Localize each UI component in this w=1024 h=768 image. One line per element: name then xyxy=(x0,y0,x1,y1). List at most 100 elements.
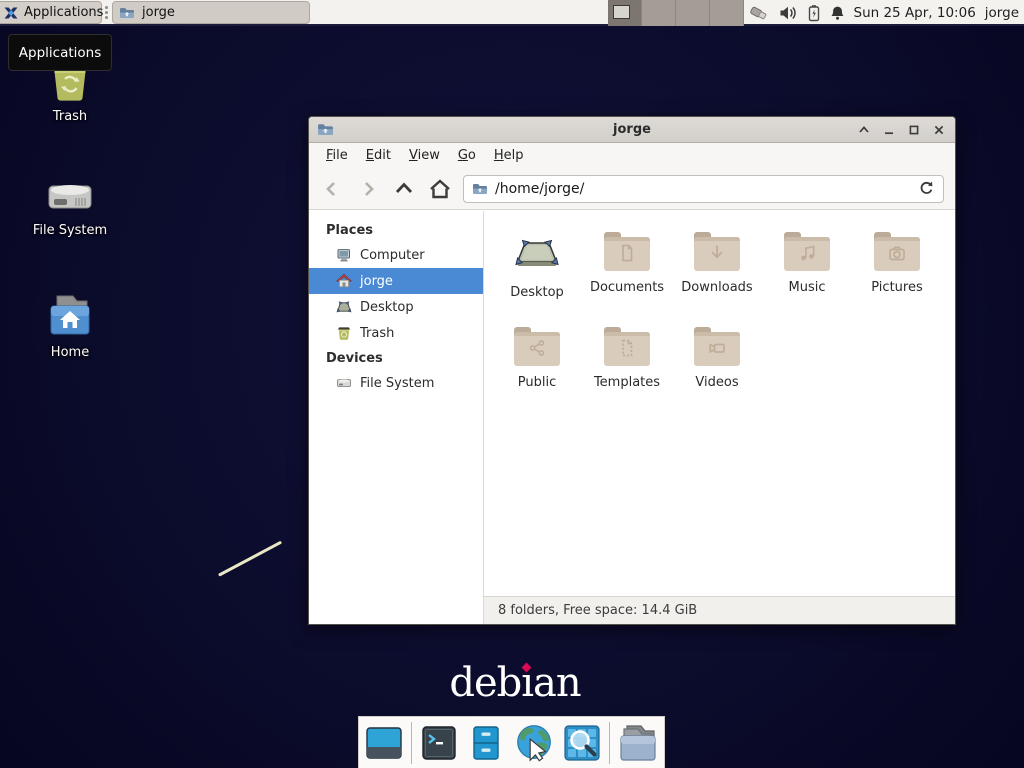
file-item-label: Public xyxy=(518,375,556,390)
menubar: File Edit View Go Help xyxy=(309,143,955,168)
sidebar-item-computer[interactable]: Computer xyxy=(309,242,483,268)
videos-folder-icon xyxy=(694,332,740,366)
file-item-documents[interactable]: Documents xyxy=(582,228,672,323)
xfce-logo-icon xyxy=(3,5,19,21)
workspace-window-miniature xyxy=(613,5,630,19)
sidebar-item-label: Trash xyxy=(360,326,394,341)
panel-username[interactable]: jorge xyxy=(985,5,1019,21)
documents-folder-icon xyxy=(604,237,650,271)
battery-icon[interactable] xyxy=(807,4,821,22)
sidebar-item-label: Desktop xyxy=(360,300,414,315)
tooltip-text: Applications xyxy=(19,45,101,61)
desktop-icon-label: File System xyxy=(33,223,107,238)
workspace-1[interactable] xyxy=(608,0,642,26)
home-icon xyxy=(336,273,352,289)
workspace-pager xyxy=(608,0,744,26)
home-button[interactable] xyxy=(427,176,453,202)
file-item-public[interactable]: Public xyxy=(492,323,582,418)
applications-menu-button[interactable]: Applications xyxy=(0,1,102,24)
menu-view[interactable]: View xyxy=(400,145,449,166)
toolbar: /home/jorge/ xyxy=(309,168,955,210)
sidebar-item-file-system[interactable]: File System xyxy=(309,370,483,396)
file-item-downloads[interactable]: Downloads xyxy=(672,228,762,323)
notification-bell-icon[interactable] xyxy=(830,4,845,22)
location-bar[interactable]: /home/jorge/ xyxy=(463,175,944,203)
applications-tooltip: Applications xyxy=(8,34,112,71)
home-folder-icon xyxy=(45,294,95,338)
shade-button[interactable] xyxy=(856,122,872,138)
reload-icon[interactable] xyxy=(918,180,935,197)
back-button[interactable] xyxy=(319,176,345,202)
panel-clock[interactable]: Sun 25 Apr, 10:06 xyxy=(854,5,976,21)
desktop-icon-file-system[interactable]: File System xyxy=(15,176,125,238)
file-manager-window: jorge File Edit View Go Help xyxy=(308,116,956,625)
up-button[interactable] xyxy=(391,176,417,202)
hard-drive-icon xyxy=(45,176,95,216)
web-browser-icon[interactable] xyxy=(513,722,555,764)
dock-separator xyxy=(609,722,610,764)
sidebar-item-jorge[interactable]: jorge xyxy=(309,268,483,294)
file-item-label: Videos xyxy=(695,375,738,390)
file-item-music[interactable]: Music xyxy=(762,228,852,323)
forward-button[interactable] xyxy=(355,176,381,202)
sidebar-item-trash[interactable]: Trash xyxy=(309,320,483,346)
sidebar-item-label: jorge xyxy=(360,274,393,289)
location-input[interactable]: /home/jorge/ xyxy=(495,181,911,197)
removable-device-icon[interactable] xyxy=(748,4,770,22)
terminal-icon[interactable] xyxy=(419,722,459,764)
music-folder-icon xyxy=(784,237,830,271)
show-desktop-icon[interactable] xyxy=(364,722,404,764)
close-button[interactable] xyxy=(931,122,947,138)
file-item-videos[interactable]: Videos xyxy=(672,323,762,418)
computer-icon xyxy=(336,247,352,263)
status-text: 8 folders, Free space: 14.4 GiB xyxy=(498,603,697,618)
volume-icon[interactable] xyxy=(779,4,798,22)
desktop-icon-label: Home xyxy=(51,345,89,360)
panel-separator-grip xyxy=(105,6,108,19)
sidebar-item-label: File System xyxy=(360,376,434,391)
file-item-desktop[interactable]: Desktop xyxy=(492,228,582,323)
folder-icon xyxy=(472,181,488,197)
application-finder-icon[interactable] xyxy=(562,722,602,764)
downloads-folder-icon xyxy=(694,237,740,271)
pictures-folder-icon xyxy=(874,237,920,271)
dock-separator xyxy=(411,722,412,764)
debian-wordmark: debıan xyxy=(445,660,585,706)
bottom-dock xyxy=(358,716,665,768)
desktop-icon-home[interactable]: Home xyxy=(15,294,125,360)
folder-view[interactable]: Desktop Documents xyxy=(484,211,955,624)
taskbar-button-jorge[interactable]: jorge xyxy=(112,1,310,24)
minimize-button[interactable] xyxy=(881,122,897,138)
statusbar: 8 folders, Free space: 14.4 GiB xyxy=(484,596,955,624)
taskbar-button-label: jorge xyxy=(142,5,175,20)
file-item-label: Templates xyxy=(594,375,660,390)
menu-file[interactable]: File xyxy=(317,145,357,166)
stray-line-artifact xyxy=(218,541,282,577)
maximize-button[interactable] xyxy=(906,122,922,138)
top-panel: Applications jorge xyxy=(0,0,1024,26)
desktop-icon-label: Trash xyxy=(53,109,87,124)
file-item-pictures[interactable]: Pictures xyxy=(852,228,942,323)
file-item-label: Music xyxy=(789,280,826,295)
file-item-label: Downloads xyxy=(681,280,752,295)
desktop-folder-icon xyxy=(511,228,563,276)
menu-go[interactable]: Go xyxy=(449,145,485,166)
file-manager-icon[interactable] xyxy=(617,722,659,764)
menu-edit[interactable]: Edit xyxy=(357,145,400,166)
window-icon xyxy=(317,121,334,138)
trash-icon xyxy=(336,325,352,341)
workspace-2[interactable] xyxy=(642,0,676,26)
hard-drive-icon xyxy=(336,375,352,391)
templates-folder-icon xyxy=(604,332,650,366)
side-pane: Places Computer xyxy=(309,211,484,624)
file-item-label: Documents xyxy=(590,280,664,295)
sidebar-item-desktop[interactable]: Desktop xyxy=(309,294,483,320)
file-cabinet-icon[interactable] xyxy=(466,722,506,764)
workspace-3[interactable] xyxy=(676,0,710,26)
menu-help[interactable]: Help xyxy=(485,145,533,166)
window-titlebar[interactable]: jorge xyxy=(309,117,955,143)
panel-tray: Sun 25 Apr, 10:06 jorge xyxy=(748,0,1024,26)
file-item-label: Pictures xyxy=(871,280,922,295)
workspace-4[interactable] xyxy=(710,0,744,26)
file-item-templates[interactable]: Templates xyxy=(582,323,672,418)
